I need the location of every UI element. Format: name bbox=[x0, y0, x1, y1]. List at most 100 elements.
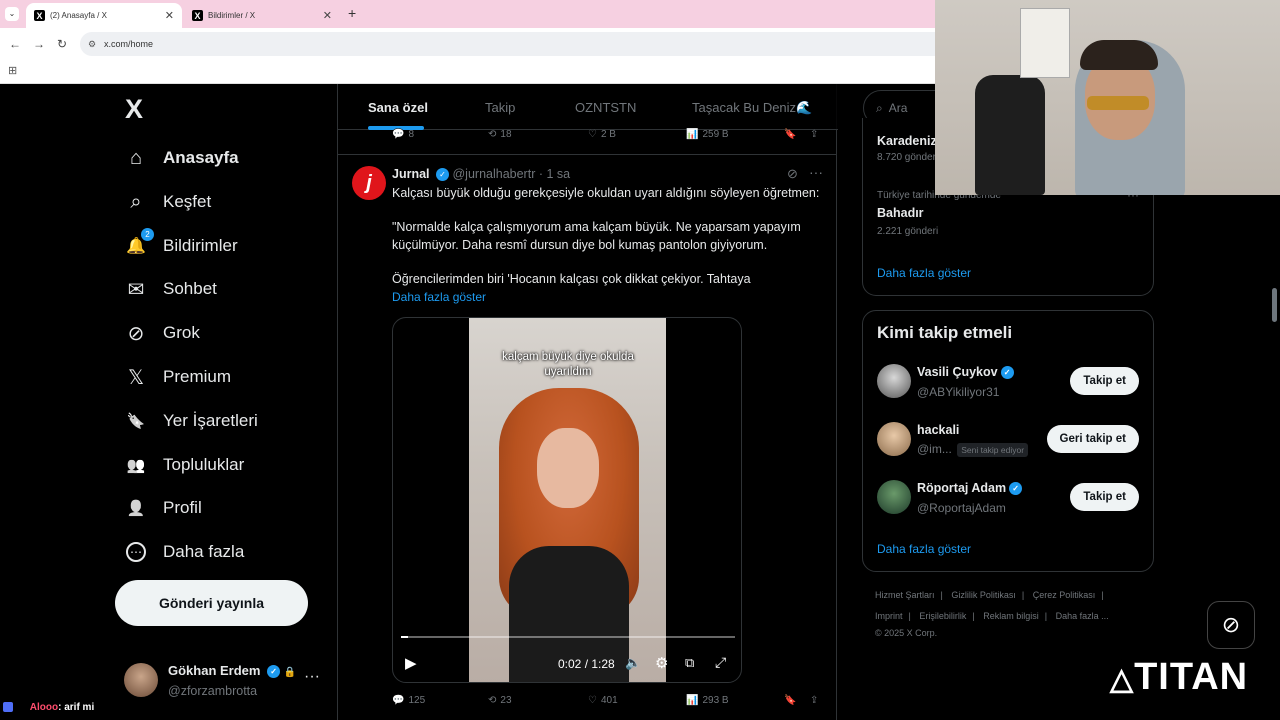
webcam-poster bbox=[1020, 8, 1070, 78]
follow-back-button[interactable]: Geri takip et bbox=[1046, 425, 1139, 453]
views-icon: 📊 bbox=[686, 695, 699, 706]
video-progress-track[interactable] bbox=[401, 636, 735, 638]
tab-notifications[interactable]: X Bildirimler / X ✕ bbox=[184, 3, 340, 28]
footer-link[interactable]: Erişilebilirlik bbox=[919, 611, 966, 621]
trend-item[interactable]: Türkiye tarihinde gündemde Bahadır 2.221… bbox=[877, 188, 1139, 237]
sidebar-item-home[interactable]: ⌂ Anasayfa bbox=[124, 138, 239, 178]
grok-floating-button[interactable]: ⊘ bbox=[1207, 601, 1255, 649]
follow-button[interactable]: Takip et bbox=[1070, 367, 1139, 395]
tweet-time[interactable]: · 1 sa bbox=[539, 167, 570, 181]
tab-for-you[interactable]: Sana özel bbox=[368, 100, 428, 115]
tab-home[interactable]: X (2) Anasayfa / X ✕ bbox=[26, 3, 182, 28]
footer-link[interactable]: Hizmet Şartları bbox=[875, 590, 935, 600]
sidebar-item-communities[interactable]: 👥 Topluluklar bbox=[124, 445, 245, 485]
views-icon: 📊 bbox=[686, 129, 699, 140]
footer-copyright: © 2025 X Corp. bbox=[875, 628, 938, 638]
back-icon[interactable]: ← bbox=[9, 37, 21, 51]
new-tab-button[interactable]: + bbox=[348, 5, 356, 21]
play-icon[interactable]: ▶ bbox=[405, 654, 417, 672]
heart-icon: ♡ bbox=[588, 695, 597, 706]
footer-link[interactable]: Imprint bbox=[875, 611, 903, 621]
sidebar-item-bookmarks[interactable]: 🔖 Yer İşaretleri bbox=[124, 401, 258, 441]
follow-button[interactable]: Takip et bbox=[1070, 483, 1139, 511]
repost-button[interactable]: ⟲ 18 bbox=[488, 129, 512, 140]
more-icon[interactable]: ··· bbox=[304, 668, 320, 686]
reply-count: 8 bbox=[408, 129, 415, 140]
address-bar[interactable]: ⚙ x.com/home bbox=[80, 32, 960, 56]
sidebar-item-grok[interactable]: ⊘ Grok bbox=[124, 313, 200, 353]
sidebar-item-notifications[interactable]: 🔔 2 Bildirimler bbox=[124, 226, 238, 266]
footer-link[interactable]: Çerez Politikası bbox=[1033, 590, 1096, 600]
trend-count: 2.221 gönderi bbox=[877, 226, 939, 237]
bookmark-button[interactable]: 🔖 bbox=[784, 695, 796, 706]
sidebar-item-label: Bildirimler bbox=[163, 236, 238, 255]
post-button[interactable]: Gönderi yayınla bbox=[115, 580, 308, 626]
reply-button[interactable]: 💬 8 bbox=[392, 129, 414, 140]
bell-icon: 🔔 2 bbox=[124, 228, 154, 258]
reload-icon[interactable]: ↻ bbox=[57, 37, 67, 51]
share-button[interactable]: ⇪ bbox=[810, 129, 818, 140]
sidebar-item-chat[interactable]: ✉ Sohbet bbox=[124, 269, 217, 309]
reply-icon: 💬 bbox=[392, 695, 405, 706]
more-icon[interactable]: ··· bbox=[809, 164, 823, 180]
settings-icon[interactable]: ⚙ bbox=[655, 654, 668, 672]
sidebar-item-premium[interactable]: 𝕏 Premium bbox=[124, 357, 231, 397]
show-more-link[interactable]: Daha fazla göster bbox=[392, 289, 832, 307]
footer-row: Imprint | Erişilebilirlik | Reklam bilgisi… bbox=[875, 611, 1109, 621]
sidebar-item-explore[interactable]: ⌕ Keşfet bbox=[124, 182, 211, 222]
suggestion-name-row: Röportaj Adam ✓ bbox=[917, 481, 1023, 496]
trend-count: 8.720 gönderi bbox=[877, 152, 939, 163]
fullscreen-icon[interactable]: ⤢ bbox=[715, 654, 726, 671]
views-button[interactable]: 📊 259 B bbox=[686, 129, 729, 140]
trend-item[interactable]: Karadeniz 8.720 gönderi bbox=[877, 134, 938, 163]
share-icon: ⇪ bbox=[810, 695, 819, 706]
tab-tasacak-bu-deniz[interactable]: Taşacak Bu Deniz🌊 bbox=[692, 100, 812, 116]
url-text: x.com/home bbox=[104, 39, 154, 49]
like-button[interactable]: ♡ 401 bbox=[588, 695, 618, 706]
video-person-face bbox=[537, 428, 599, 508]
trends-show-more-link[interactable]: Daha fazla göster bbox=[877, 266, 971, 280]
tweet-handle[interactable]: @jurnalhabertr bbox=[452, 167, 535, 181]
communities-icon: 👥 bbox=[126, 457, 146, 474]
account-switcher[interactable]: Gökhan Erdem ✓ 🔒 @zforzambrotta ··· bbox=[116, 656, 326, 706]
footer-link[interactable]: Gizlilik Politikası bbox=[951, 590, 1016, 600]
sidebar-item-profile[interactable]: 👤 Profil bbox=[124, 488, 202, 528]
reply-button[interactable]: 💬 125 bbox=[392, 695, 425, 706]
webcam-overlay bbox=[935, 0, 1280, 195]
volume-icon[interactable]: 🔈 bbox=[625, 655, 641, 671]
trend-name: Karadeniz bbox=[877, 134, 937, 148]
tab-ozntstn[interactable]: OZNTSTN bbox=[575, 100, 636, 115]
pip-icon[interactable]: ⧉ bbox=[685, 655, 694, 671]
avatar[interactable]: j bbox=[352, 166, 386, 200]
avatar-letter: j bbox=[366, 171, 372, 194]
apps-grid-icon[interactable]: ⊞ bbox=[8, 64, 17, 77]
bookmark-icon: 🔖 bbox=[784, 695, 797, 706]
bookmark-button[interactable]: 🔖 bbox=[784, 129, 796, 140]
forward-icon[interactable]: → bbox=[33, 37, 45, 51]
brand-triangle-icon: △ bbox=[1110, 663, 1135, 696]
like-button[interactable]: ♡ 2 B bbox=[588, 129, 616, 140]
sidebar-item-label: Daha fazla bbox=[163, 542, 245, 561]
footer-link[interactable]: Reklam bilgisi bbox=[983, 611, 1039, 621]
page-scrollbar[interactable] bbox=[1272, 288, 1277, 322]
repost-button[interactable]: ⟲ 23 bbox=[488, 695, 512, 706]
views-button[interactable]: 📊 293 B bbox=[686, 695, 729, 706]
who-to-follow-show-more-link[interactable]: Daha fazla göster bbox=[877, 542, 971, 556]
x-logo-icon[interactable]: X bbox=[125, 94, 143, 125]
sidebar-item-more[interactable]: ⋯ Daha fazla bbox=[124, 532, 244, 572]
tab-following[interactable]: Takip bbox=[485, 100, 515, 115]
verified-icon: ✓ bbox=[1000, 366, 1014, 380]
who-to-follow-title: Kimi takip etmeli bbox=[877, 323, 1013, 342]
close-icon[interactable]: ✕ bbox=[165, 9, 174, 22]
video-player[interactable]: kalçam büyük diye okulda uyarıldım ▶ 0:0… bbox=[392, 317, 742, 683]
tweet-author[interactable]: Jurnal bbox=[392, 167, 430, 181]
close-icon[interactable]: ✕ bbox=[323, 9, 332, 22]
sidebar-item-label: Premium bbox=[163, 367, 232, 386]
site-info-icon[interactable]: ⚙ bbox=[88, 39, 96, 50]
tweet-text-line: Kalçası büyük olduğu gerekçesiyle okulda… bbox=[392, 186, 820, 200]
tab-list-chevron-icon[interactable]: ⌄ bbox=[5, 7, 19, 21]
footer-link[interactable]: Daha fazla ... bbox=[1056, 611, 1109, 621]
follows-you-badge: Seni takip ediyor bbox=[957, 443, 1029, 457]
share-button[interactable]: ⇪ bbox=[810, 695, 818, 706]
grok-icon[interactable]: ⊘ bbox=[787, 166, 798, 182]
